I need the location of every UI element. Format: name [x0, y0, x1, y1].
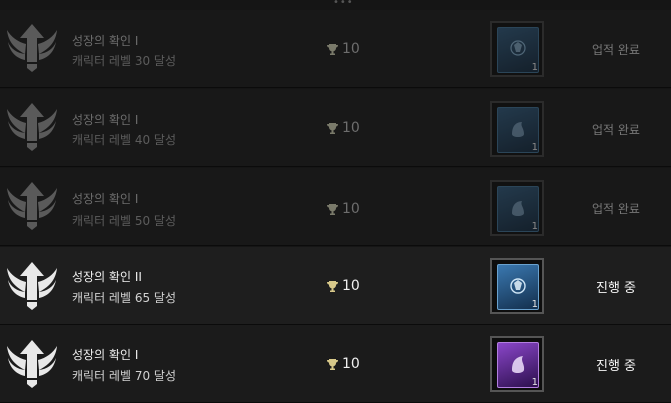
reward-quantity: 1: [531, 377, 538, 388]
achievement-list: ••• 성장의 확인 I 캐릭터 레벨 30 달성 10 1 업적 완료 성장의…: [0, 0, 671, 403]
achievement-status: 진행 중: [595, 281, 636, 296]
reward-quantity: 1: [531, 62, 538, 73]
points-value: 10: [342, 278, 360, 294]
achievement-condition: 캐릭터 레벨 30 달성: [72, 54, 176, 68]
reward-quantity: 1: [531, 221, 538, 232]
achievement-points: 10: [326, 201, 360, 217]
achievement-status: 진행 중: [595, 359, 636, 374]
achievement-row[interactable]: 성장의 확인 I 캐릭터 레벨 30 달성 10 1 업적 완료: [0, 10, 671, 88]
reward-slot[interactable]: 1: [490, 180, 544, 236]
reward-quantity: 1: [531, 142, 538, 153]
reward-slot[interactable]: 1: [490, 336, 544, 392]
winged-arrow-icon: [7, 24, 57, 72]
achievement-points: 10: [326, 120, 360, 136]
achievement-row[interactable]: 성장의 확인 I 캐릭터 레벨 70 달성 10 1 진행 중: [0, 325, 671, 403]
trophy-icon: [327, 43, 338, 55]
achievement-title: 성장의 확인 I: [72, 113, 139, 127]
trophy-icon: [327, 203, 338, 215]
achievement-condition: 캐릭터 레벨 70 달성: [72, 369, 176, 383]
achievement-title: 성장의 확인 I: [72, 34, 139, 48]
achievement-row[interactable]: 성장의 확인 I 캐릭터 레벨 40 달성 10 1 업적 완료: [0, 89, 671, 167]
trophy-icon: [327, 280, 338, 292]
achievement-title: 성장의 확인 I: [72, 192, 139, 206]
achievement-title: 성장의 확인 II: [72, 270, 142, 284]
achievement-condition: 캐릭터 레벨 40 달성: [72, 133, 176, 147]
trophy-icon: [327, 122, 338, 134]
achievement-condition: 캐릭터 레벨 50 달성: [72, 214, 176, 228]
points-value: 10: [342, 201, 360, 217]
reward-slot[interactable]: 1: [490, 258, 544, 314]
scroll-indicator: •••: [333, 0, 354, 8]
reward-slot[interactable]: 1: [490, 21, 544, 77]
trophy-icon: [327, 358, 338, 370]
points-value: 10: [342, 41, 360, 57]
achievement-points: 10: [326, 356, 360, 372]
achievement-status: 업적 완료: [592, 202, 640, 216]
winged-arrow-icon: [7, 262, 57, 310]
winged-arrow-icon: [7, 103, 57, 151]
reward-slot[interactable]: 1: [490, 101, 544, 157]
winged-arrow-icon: [7, 340, 57, 388]
achievement-status: 업적 완료: [592, 123, 640, 137]
winged-arrow-icon: [7, 182, 57, 230]
achievement-row[interactable]: 성장의 확인 II 캐릭터 레벨 65 달성 10 1 진행 중: [0, 247, 671, 325]
achievement-status: 업적 완료: [592, 43, 640, 57]
points-value: 10: [342, 356, 360, 372]
points-value: 10: [342, 120, 360, 136]
achievement-title: 성장의 확인 I: [72, 348, 139, 362]
achievement-points: 10: [326, 278, 360, 294]
reward-quantity: 1: [531, 299, 538, 310]
achievement-condition: 캐릭터 레벨 65 달성: [72, 291, 176, 305]
achievement-points: 10: [326, 41, 360, 57]
achievement-row[interactable]: 성장의 확인 I 캐릭터 레벨 50 달성 10 1 업적 완료: [0, 168, 671, 246]
